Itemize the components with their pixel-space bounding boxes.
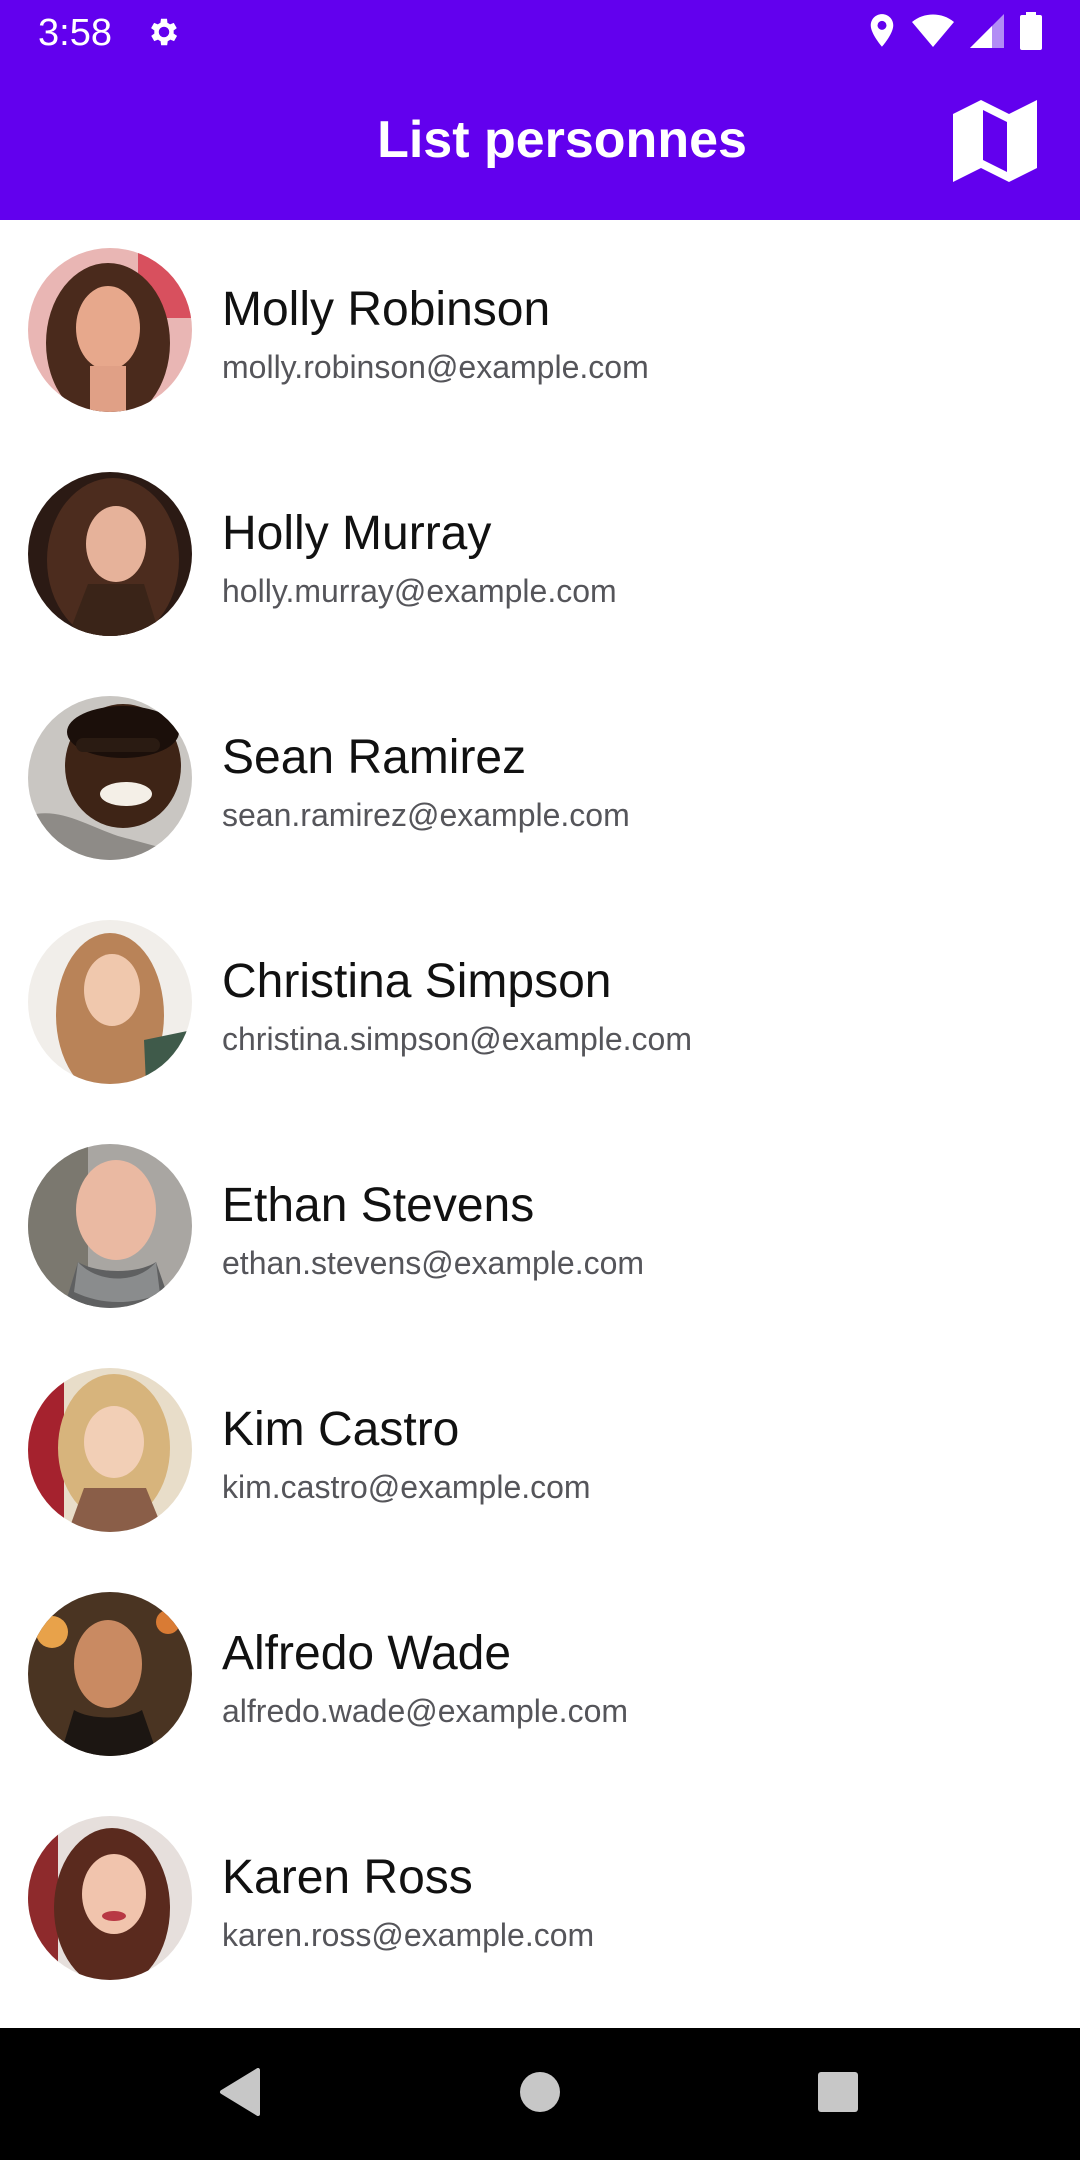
avatar (28, 1592, 192, 1756)
app-bar: List personnes (0, 66, 1080, 220)
person-name: Holly Murray (222, 507, 492, 560)
avatar (28, 1368, 192, 1532)
person-email: christina.simpson@example.com (222, 1021, 692, 1057)
list-item[interactable]: Ethan Stevens ethan.stevens@example.com (0, 1116, 1080, 1340)
avatar (28, 1144, 192, 1308)
status-icons (868, 11, 1042, 55)
list-item[interactable]: Christina Simpson christina.simpson@exam… (0, 892, 1080, 1116)
list-item[interactable]: Holly Murray holly.murray@example.com (0, 444, 1080, 668)
list-item[interactable]: Alfredo Wade alfredo.wade@example.com (0, 1564, 1080, 1788)
person-name: Kim Castro (222, 1403, 460, 1456)
page-title: List personnes (377, 111, 747, 169)
list-item[interactable]: Kim Castro kim.castro@example.com (0, 1340, 1080, 1564)
back-icon (218, 2067, 262, 2121)
status-bar: 3:58 (0, 0, 1080, 66)
person-email: alfredo.wade@example.com (222, 1693, 629, 1729)
home-button[interactable] (500, 2054, 580, 2134)
home-icon (518, 2070, 562, 2119)
list-item[interactable]: Karen Ross karen.ross@example.com (0, 1788, 1080, 2012)
location-icon (868, 13, 896, 54)
battery-icon (1020, 11, 1042, 55)
recents-button[interactable] (798, 2054, 878, 2134)
person-email: kim.castro@example.com (222, 1469, 591, 1505)
list-item[interactable]: Molly Robinson molly.robinson@example.co… (0, 220, 1080, 444)
person-email: karen.ross@example.com (222, 1917, 595, 1953)
person-name: Molly Robinson (222, 283, 551, 336)
map-icon (953, 99, 1037, 187)
person-email: ethan.stevens@example.com (222, 1245, 645, 1281)
cell-signal-icon (970, 13, 1004, 53)
person-name: Karen Ross (222, 1851, 473, 1904)
map-button[interactable] (952, 99, 1038, 187)
person-email: sean.ramirez@example.com (222, 797, 630, 833)
people-list[interactable]: Molly Robinson molly.robinson@example.co… (0, 220, 1080, 2028)
person-name: Ethan Stevens (222, 1179, 535, 1232)
avatar (28, 472, 192, 636)
back-button[interactable] (200, 2054, 280, 2134)
avatar (28, 248, 192, 412)
person-email: molly.robinson@example.com (222, 349, 649, 385)
status-time: 3:58 (38, 12, 112, 54)
person-email: holly.murray@example.com (222, 573, 617, 609)
avatar (28, 920, 192, 1084)
recents-icon (816, 2070, 860, 2119)
avatar (28, 696, 192, 860)
wifi-icon (912, 14, 954, 53)
settings-icon (146, 14, 182, 50)
navigation-bar (0, 2028, 1080, 2160)
person-name: Sean Ramirez (222, 731, 527, 784)
person-name: Christina Simpson (222, 955, 612, 1008)
person-name: Alfredo Wade (222, 1627, 512, 1680)
list-item[interactable]: Sean Ramirez sean.ramirez@example.com (0, 668, 1080, 892)
avatar (28, 1816, 192, 1980)
